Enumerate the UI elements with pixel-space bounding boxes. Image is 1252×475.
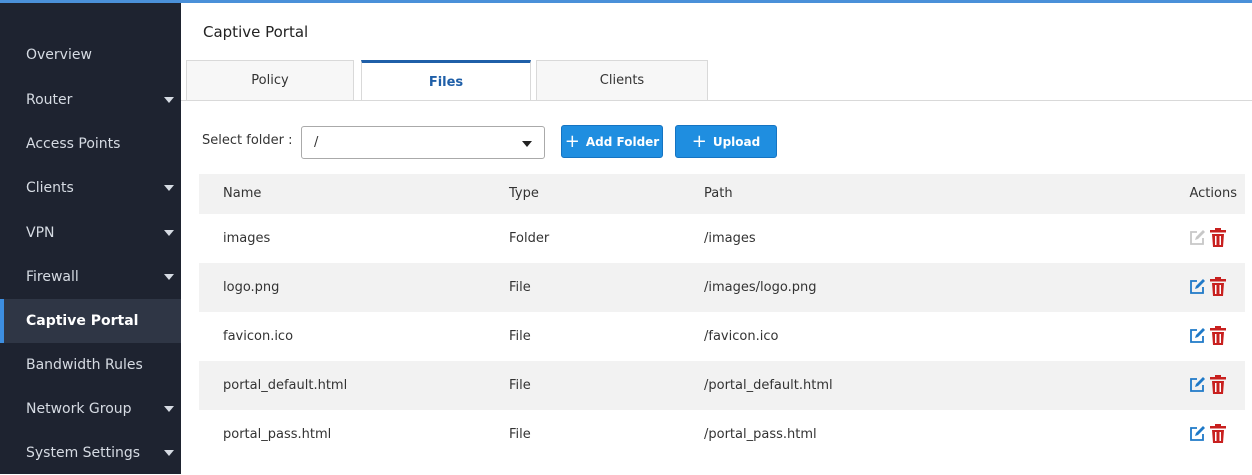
main-content: Captive Portal Policy Files Clients Sele… xyxy=(181,3,1252,474)
sidebar-item-access-points[interactable]: Access Points xyxy=(0,122,181,166)
trash-icon[interactable] xyxy=(1209,424,1227,444)
edit-icon[interactable] xyxy=(1188,327,1206,345)
sidebar-item-label: System Settings xyxy=(26,445,141,461)
sidebar-item-label: Captive Portal xyxy=(26,313,139,329)
column-header-actions: Actions xyxy=(1189,186,1238,201)
sidebar-item-label: Bandwidth Rules xyxy=(26,357,143,373)
add-folder-button[interactable]: + Add Folder xyxy=(561,125,663,158)
file-name: portal_default.html xyxy=(223,378,348,393)
table-row: portal_pass.html File /portal_pass.html xyxy=(199,410,1245,459)
plus-icon: + xyxy=(564,130,580,152)
upload-label: Upload xyxy=(712,134,761,149)
table-header: Name Type Path Actions xyxy=(199,174,1245,214)
row-actions xyxy=(1188,326,1227,346)
file-name: favicon.ico xyxy=(223,329,294,344)
file-path: /images xyxy=(704,231,756,246)
tab-files[interactable]: Files xyxy=(361,60,531,101)
file-type: File xyxy=(509,329,531,344)
sidebar-item-clients[interactable]: Clients xyxy=(0,166,181,210)
trash-icon[interactable] xyxy=(1209,375,1227,395)
sidebar-item-system-settings[interactable]: System Settings xyxy=(0,431,181,475)
sidebar-item-label: Access Points xyxy=(26,136,121,152)
caret-down-icon xyxy=(164,406,174,412)
row-actions xyxy=(1188,228,1227,248)
table-row: portal_default.html File /portal_default… xyxy=(199,361,1245,410)
folder-select[interactable]: / xyxy=(301,126,545,159)
file-name: portal_pass.html xyxy=(223,427,332,442)
tab-clients[interactable]: Clients xyxy=(536,60,708,100)
page-title: Captive Portal xyxy=(203,23,309,41)
edit-icon[interactable] xyxy=(1188,376,1206,394)
caret-down-icon xyxy=(164,450,174,456)
row-actions xyxy=(1188,375,1227,395)
table-row: logo.png File /images/logo.png xyxy=(199,263,1245,312)
sidebar-item-label: Overview xyxy=(26,47,92,63)
caret-down-icon xyxy=(164,274,174,280)
file-path: /favicon.ico xyxy=(704,329,779,344)
tab-divider xyxy=(181,100,1252,101)
file-type: File xyxy=(509,378,531,393)
file-name: images xyxy=(223,231,271,246)
sidebar-item-overview[interactable]: Overview xyxy=(0,33,181,77)
file-path: /images/logo.png xyxy=(704,280,817,295)
sidebar-item-label: Clients xyxy=(26,180,74,196)
caret-down-icon xyxy=(164,185,174,191)
folder-select-label: Select folder : xyxy=(202,133,293,148)
column-header-path[interactable]: Path xyxy=(704,186,733,201)
sidebar-item-firewall[interactable]: Firewall xyxy=(0,255,181,299)
trash-icon[interactable] xyxy=(1209,326,1227,346)
sidebar-item-vpn[interactable]: VPN xyxy=(0,211,181,255)
folder-select-value: / xyxy=(314,135,319,150)
sidebar-item-bandwidth-rules[interactable]: Bandwidth Rules xyxy=(0,343,181,387)
sidebar-item-label: Firewall xyxy=(26,269,79,285)
row-actions xyxy=(1188,277,1227,297)
caret-down-icon xyxy=(164,97,174,103)
file-type: File xyxy=(509,427,531,442)
sidebar-item-label: Network Group xyxy=(26,401,132,417)
add-folder-label: Add Folder xyxy=(585,134,660,149)
column-header-type[interactable]: Type xyxy=(509,186,539,201)
column-header-name[interactable]: Name xyxy=(223,186,261,201)
sidebar-item-router[interactable]: Router xyxy=(0,78,181,122)
file-name: logo.png xyxy=(223,280,280,295)
sidebar: Overview Router Access Points Clients VP… xyxy=(0,3,181,474)
caret-down-icon xyxy=(522,141,532,147)
edit-icon[interactable] xyxy=(1188,425,1206,443)
plus-icon: + xyxy=(691,130,707,152)
file-type: Folder xyxy=(509,231,550,246)
tab-policy[interactable]: Policy xyxy=(186,60,354,100)
upload-button[interactable]: + Upload xyxy=(675,125,777,158)
sidebar-item-label: Router xyxy=(26,92,73,108)
table-row: favicon.ico File /favicon.ico xyxy=(199,312,1245,361)
file-path: /portal_pass.html xyxy=(704,427,817,442)
table-row: images Folder /images xyxy=(199,214,1245,263)
row-actions xyxy=(1188,424,1227,444)
edit-icon[interactable] xyxy=(1188,278,1206,296)
trash-icon[interactable] xyxy=(1209,228,1227,248)
sidebar-item-network-group[interactable]: Network Group xyxy=(0,387,181,431)
sidebar-item-label: VPN xyxy=(26,225,55,241)
file-path: /portal_default.html xyxy=(704,378,833,393)
sidebar-item-captive-portal[interactable]: Captive Portal xyxy=(0,299,181,343)
caret-down-icon xyxy=(164,230,174,236)
trash-icon[interactable] xyxy=(1209,277,1227,297)
edit-icon xyxy=(1188,229,1206,247)
file-type: File xyxy=(509,280,531,295)
